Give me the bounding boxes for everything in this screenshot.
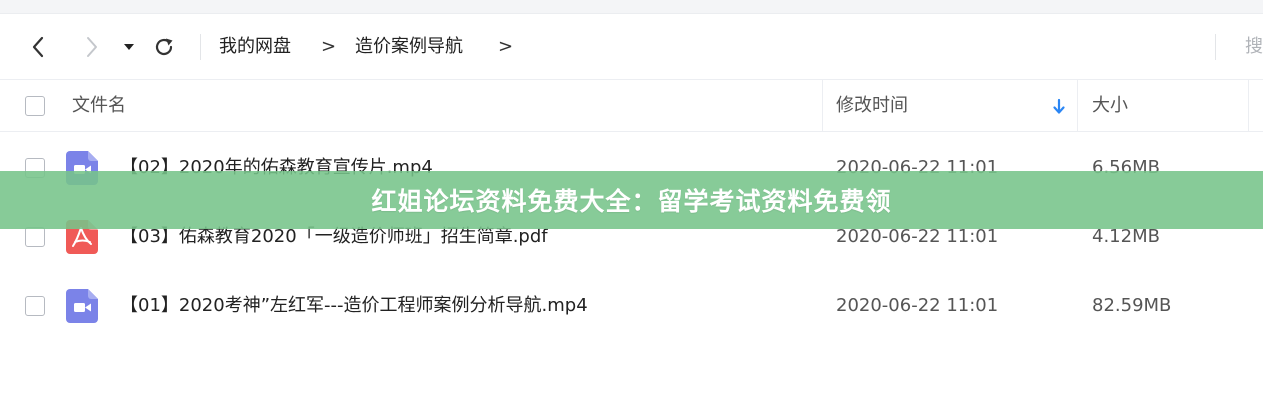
- refresh-button[interactable]: [150, 14, 178, 80]
- overlay-banner-text: 红姐论坛资料免费大全：留学考试资料免费领: [371, 187, 892, 216]
- file-name[interactable]: 【01】2020考神”左红军---造价工程师案例分析导航.mp4: [120, 271, 588, 340]
- toolbar-divider: [200, 34, 201, 60]
- forward-button[interactable]: [78, 14, 106, 80]
- window-top-strip: [0, 0, 1263, 14]
- video-file-icon: [66, 289, 98, 323]
- file-modified-time: 2020-06-22 11:01: [836, 295, 999, 316]
- column-header-name[interactable]: 文件名: [72, 80, 126, 132]
- column-divider: [1077, 80, 1078, 132]
- column-header-size[interactable]: 大小: [1092, 80, 1128, 132]
- file-row[interactable]: 【01】2020考神”左红军---造价工程师案例分析导航.mp4 2020-06…: [0, 271, 1263, 340]
- caret-down-icon: [124, 44, 134, 50]
- column-divider: [1248, 80, 1249, 132]
- row-checkbox[interactable]: [25, 296, 45, 316]
- column-divider: [822, 80, 823, 132]
- column-header-modified[interactable]: 修改时间: [836, 80, 908, 132]
- select-all-checkbox[interactable]: [25, 96, 45, 116]
- navigation-toolbar: 我的网盘 > 造价案例导航 > 搜: [0, 14, 1263, 80]
- row-checkbox[interactable]: [25, 227, 45, 247]
- sort-desc-arrow-icon[interactable]: [1052, 98, 1066, 116]
- breadcrumb-item-case-navigation[interactable]: 造价案例导航: [355, 14, 463, 80]
- refresh-icon: [155, 38, 173, 56]
- chevron-left-icon: [32, 36, 44, 58]
- file-size: 82.59MB: [1092, 295, 1172, 316]
- back-button[interactable]: [24, 14, 52, 80]
- breadcrumb-separator: >: [321, 36, 337, 57]
- history-dropdown-button[interactable]: [119, 14, 139, 80]
- search-divider: [1215, 34, 1216, 60]
- search-button[interactable]: 搜: [1245, 14, 1263, 80]
- breadcrumb-item-my-netdisk[interactable]: 我的网盘: [219, 14, 291, 80]
- overlay-banner: 红姐论坛资料免费大全：留学考试资料免费领: [0, 171, 1263, 229]
- chevron-right-icon: [87, 37, 97, 57]
- breadcrumb-separator: >: [498, 36, 514, 57]
- file-list-header: 文件名 修改时间 大小: [0, 80, 1263, 132]
